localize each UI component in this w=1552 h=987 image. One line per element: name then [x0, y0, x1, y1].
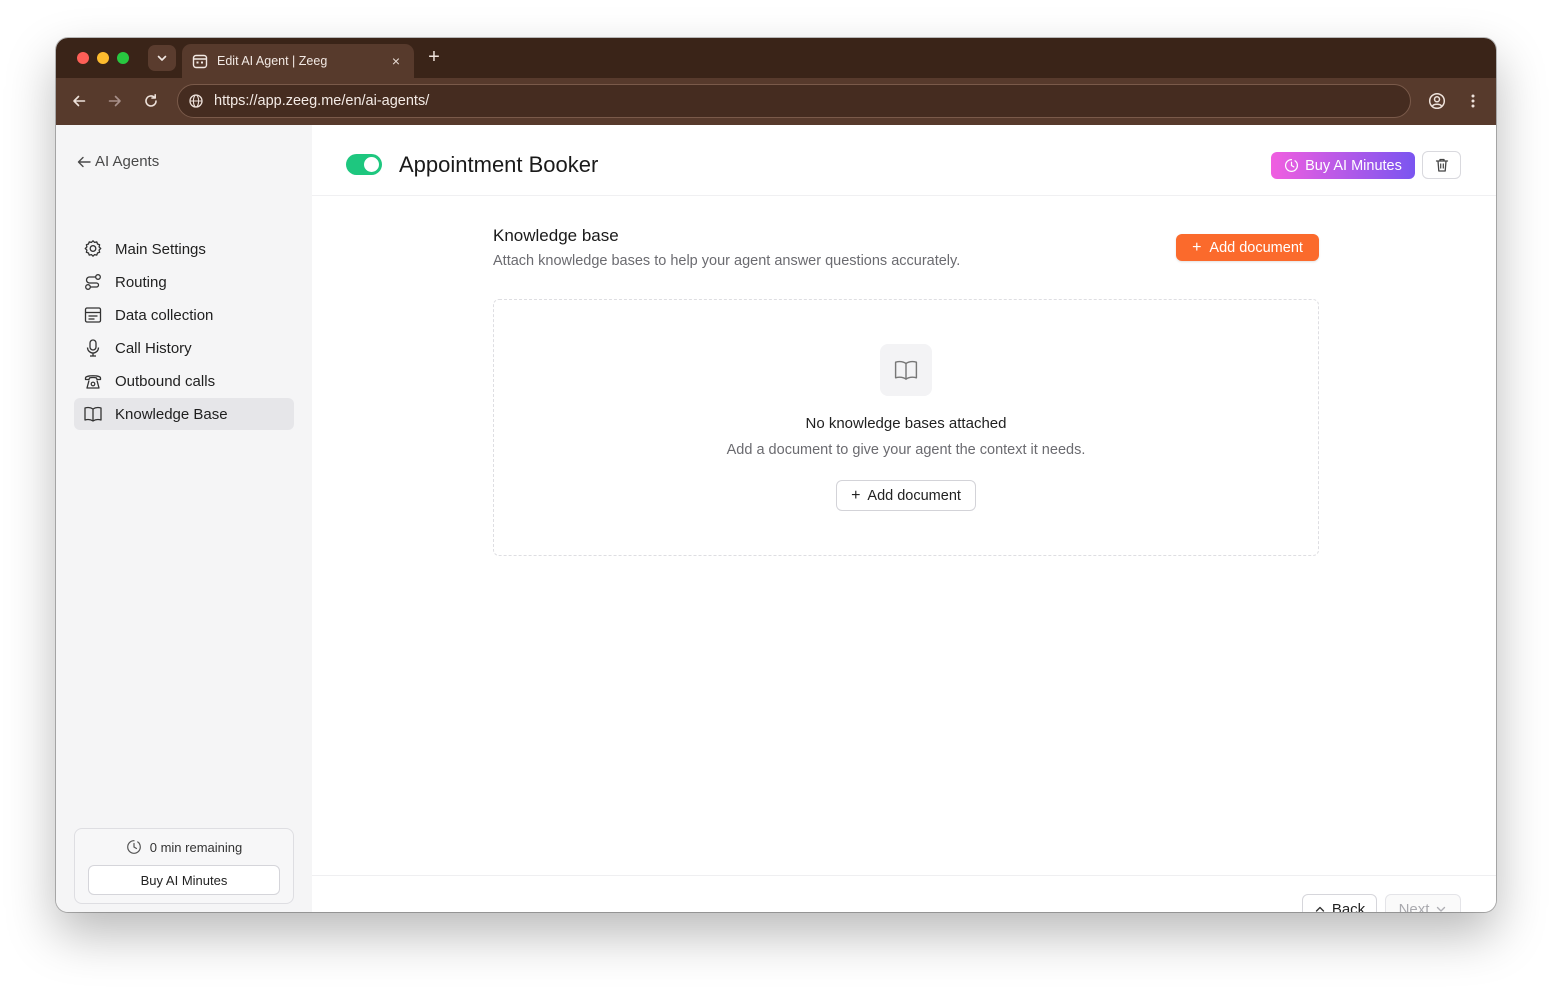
sidebar-item-main-settings[interactable]: Main Settings — [74, 233, 294, 265]
next-button[interactable]: Next — [1385, 894, 1461, 912]
sidebar: AI Agents Main Settings Routing Data col… — [56, 125, 312, 912]
buy-ai-minutes-button[interactable]: Buy AI Minutes — [1271, 152, 1415, 179]
sidebar-item-label: Call History — [115, 339, 192, 357]
back-button[interactable]: Back — [1302, 894, 1377, 912]
gear-icon — [83, 239, 103, 259]
new-tab-button[interactable]: + — [424, 47, 444, 67]
sidebar-item-outbound-calls[interactable]: Outbound calls — [74, 365, 294, 397]
chevron-down-icon — [157, 55, 167, 61]
more-menu-icon[interactable] — [1463, 91, 1483, 111]
clock-icon — [126, 840, 141, 854]
sidebar-item-label: Outbound calls — [115, 372, 216, 390]
minimize-window-button[interactable] — [97, 52, 109, 64]
wizard-footer: Back Next — [312, 875, 1496, 912]
sidebar-item-label: Knowledge Base — [115, 405, 228, 423]
reload-icon[interactable] — [141, 91, 161, 111]
footer-divider — [312, 875, 1496, 876]
sidebar-item-label: Routing — [115, 273, 167, 291]
trash-icon — [1435, 158, 1448, 172]
knowledge-base-heading: Knowledge base — [493, 226, 619, 245]
microphone-icon — [83, 338, 103, 358]
back-link-label: AI Agents — [95, 153, 160, 170]
close-window-button[interactable] — [77, 52, 89, 64]
clock-icon — [1285, 158, 1299, 173]
minutes-remaining-row: 0 min remaining — [75, 839, 293, 855]
chevron-up-icon — [1315, 906, 1325, 912]
agent-active-toggle[interactable] — [346, 154, 382, 175]
sidebar-item-data-collection[interactable]: Data collection — [74, 299, 294, 331]
empty-add-document-button[interactable]: + Add document — [836, 480, 976, 511]
minutes-remaining-text: 0 min remaining — [149, 839, 243, 855]
book-icon — [83, 404, 103, 424]
back-to-agents-link[interactable]: AI Agents — [76, 153, 159, 170]
add-document-label: Add document — [867, 487, 961, 504]
form-icon — [83, 305, 103, 325]
phone-icon — [83, 371, 103, 391]
url-text: https://app.zeeg.me/en/ai-agents/ — [214, 93, 430, 109]
buy-ai-minutes-label: Buy AI Minutes — [1305, 157, 1402, 174]
sidebar-item-knowledge-base[interactable]: Knowledge Base — [74, 398, 294, 430]
page-title: Appointment Booker — [399, 152, 599, 177]
delete-agent-button[interactable] — [1422, 151, 1461, 179]
routing-icon — [83, 272, 103, 292]
empty-state-description: Add a document to give your agent the co… — [726, 442, 1086, 458]
book-icon — [880, 344, 932, 396]
back-button-label: Back — [1331, 900, 1366, 913]
arrow-left-icon — [77, 156, 91, 167]
main-content: Appointment Booker Buy AI Minutes Knowle… — [312, 125, 1496, 912]
sidebar-item-call-history[interactable]: Call History — [74, 332, 294, 364]
tab-close-icon[interactable]: × — [388, 53, 404, 69]
forward-arrow-icon[interactable] — [105, 91, 125, 111]
empty-state: No knowledge bases attached Add a docume… — [493, 299, 1319, 556]
tab-title: Edit AI Agent | Zeeg — [217, 54, 328, 68]
minutes-card: 0 min remaining Buy AI Minutes — [74, 828, 294, 904]
chevron-down-icon — [1437, 906, 1446, 912]
page-header: Appointment Booker Buy AI Minutes — [312, 125, 1496, 196]
knowledge-base-description: Attach knowledge bases to help your agen… — [493, 253, 961, 269]
browser-tab-active[interactable]: Edit AI Agent | Zeeg × — [182, 44, 414, 78]
toggle-knob — [364, 157, 379, 172]
plus-icon: + — [851, 486, 861, 504]
maximize-window-button[interactable] — [117, 52, 129, 64]
browser-window: Edit AI Agent | Zeeg × + https://app.zee… — [56, 38, 1496, 912]
site-info-icon[interactable] — [188, 93, 204, 109]
plus-icon: + — [1192, 238, 1202, 256]
address-bar[interactable]: https://app.zeeg.me/en/ai-agents/ — [177, 84, 1411, 118]
browser-toolbar: https://app.zeeg.me/en/ai-agents/ — [56, 78, 1496, 125]
tab-search-button[interactable] — [148, 45, 176, 71]
sidebar-item-routing[interactable]: Routing — [74, 266, 294, 298]
back-arrow-icon[interactable] — [69, 91, 89, 111]
sidebar-item-label: Main Settings — [115, 240, 206, 258]
tab-bar: Edit AI Agent | Zeeg × + — [56, 38, 1496, 78]
sidebar-item-label: Data collection — [115, 306, 214, 324]
profile-icon[interactable] — [1427, 91, 1447, 111]
empty-state-title: No knowledge bases attached — [805, 415, 1007, 432]
add-document-label: Add document — [1209, 239, 1303, 256]
calendar-favicon-icon — [192, 53, 208, 69]
add-document-button[interactable]: + Add document — [1176, 234, 1319, 261]
next-button-label: Next — [1398, 900, 1430, 913]
sidebar-buy-minutes-button[interactable]: Buy AI Minutes — [88, 865, 280, 895]
